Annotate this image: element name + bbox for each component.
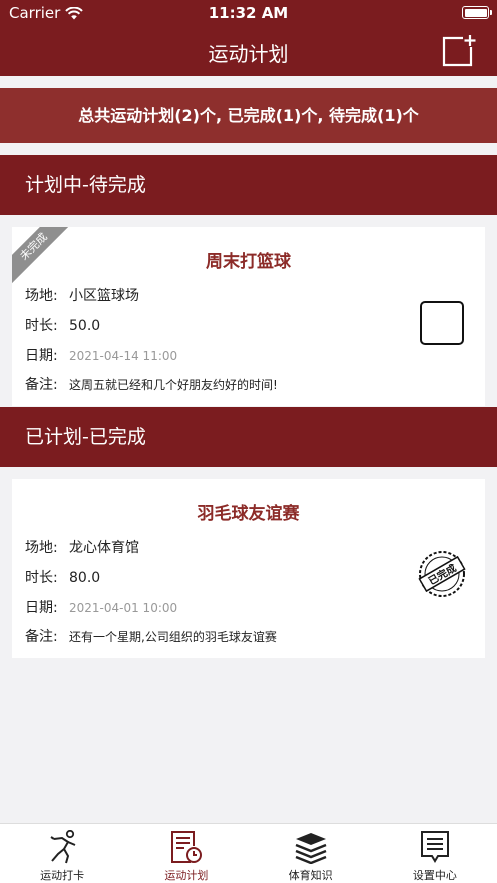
date-row: 日期: 2021-04-14 11:00	[25, 345, 177, 365]
exercise-icon	[50, 830, 76, 864]
note-value: 还有一个星期,公司组织的羽毛球友谊赛	[69, 630, 277, 644]
venue-label: 场地:	[25, 540, 58, 556]
note-value: 这周五就已经和几个好朋友约好的时间!	[69, 378, 278, 392]
plan-title: 周末打篮球	[206, 252, 291, 272]
complete-checkbox[interactable]	[420, 301, 464, 345]
tab-knowledge[interactable]: 体育知识	[249, 824, 373, 883]
completed-stamp-icon: 已完成	[418, 551, 466, 597]
settings-doc-icon	[420, 831, 449, 863]
duration-value: 50.0	[69, 318, 101, 334]
tab-settings[interactable]: 设置中心	[373, 824, 497, 883]
tab-label: 设置中心	[412, 869, 457, 882]
tab-bar: 运动打卡 运动计划 体育知识 设置中心	[0, 823, 497, 883]
venue-row: 场地: 龙心体育馆	[25, 537, 139, 557]
duration-label: 时长:	[25, 570, 58, 586]
duration-row: 时长: 80.0	[25, 567, 100, 587]
tab-label: 体育知识	[288, 869, 333, 882]
tab-checkin[interactable]: 运动打卡	[0, 824, 124, 883]
page-title: 运动计划	[208, 42, 289, 66]
pending-section-header: 计划中-待完成	[0, 155, 497, 215]
note-row: 备注: 这周五就已经和几个好朋友约好的时间!	[25, 374, 278, 394]
tab-label: 运动计划	[164, 869, 209, 882]
duration-value: 80.0	[69, 570, 101, 586]
plan-calendar-icon	[171, 831, 203, 863]
tab-plan[interactable]: 运动计划	[124, 824, 248, 883]
venue-value: 龙心体育馆	[69, 540, 139, 556]
date-value: 2021-04-01 10:00	[69, 601, 178, 615]
venue-label: 场地:	[25, 288, 58, 304]
plan-title: 羽毛球友谊赛	[197, 504, 300, 524]
venue-row: 场地: 小区篮球场	[25, 285, 139, 305]
pending-plan-card[interactable]: 未完成 周末打篮球 场地: 小区篮球场 时长: 50.0 日期: 2021-04-14…	[12, 227, 485, 406]
date-value: 2021-04-14 11:00	[69, 349, 178, 363]
venue-value: 小区篮球场	[69, 288, 139, 304]
done-section-header: 已计划-已完成	[0, 407, 497, 467]
note-label: 备注:	[25, 377, 58, 393]
done-plan-card[interactable]: 羽毛球友谊赛 场地: 龙心体育馆 时长: 80.0 日期: 2021-04-01 10…	[12, 479, 485, 658]
add-note-icon[interactable]	[441, 34, 477, 68]
date-label: 日期:	[25, 348, 58, 364]
tab-label: 运动打卡	[40, 869, 85, 882]
duration-label: 时长:	[25, 318, 58, 334]
date-label: 日期:	[25, 600, 58, 616]
note-label: 备注:	[25, 629, 58, 645]
duration-row: 时长: 50.0	[25, 315, 100, 335]
status-bar: Carrier 11:32 AM	[0, 0, 497, 26]
books-icon	[295, 833, 327, 864]
nav-bar: 运动计划	[0, 26, 497, 76]
note-row: 备注: 还有一个星期,公司组织的羽毛球友谊赛	[25, 626, 277, 646]
plan-summary: 总共运动计划(2)个, 已完成(1)个, 待完成(1)个	[0, 88, 497, 143]
date-row: 日期: 2021-04-01 10:00	[25, 597, 177, 617]
battery-icon	[462, 6, 492, 19]
status-time: 11:32 AM	[208, 4, 289, 22]
